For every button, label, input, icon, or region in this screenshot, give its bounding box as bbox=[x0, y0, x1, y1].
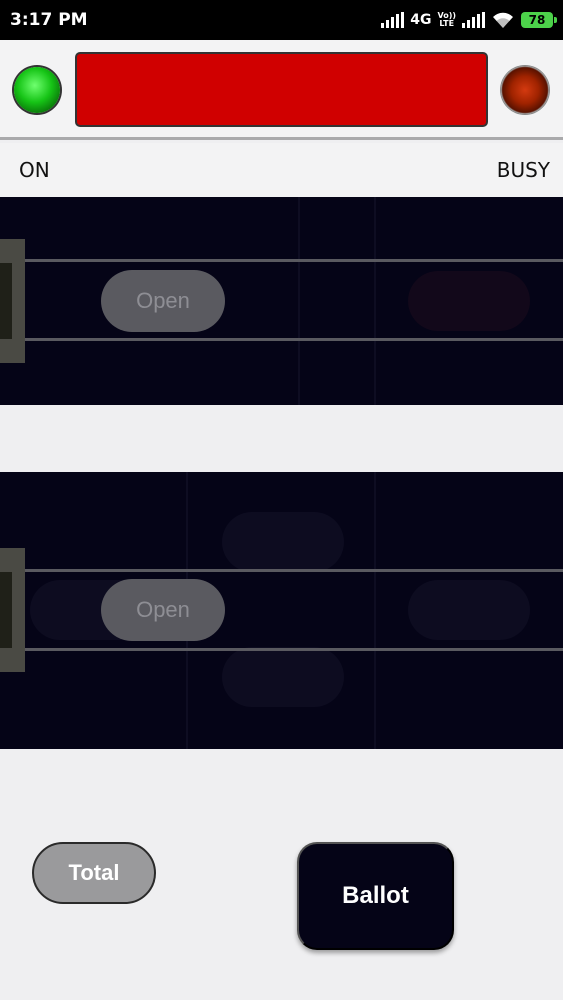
green-led-icon bbox=[14, 67, 60, 113]
panel-divider bbox=[298, 197, 300, 405]
faint-button[interactable] bbox=[222, 512, 344, 572]
panel-divider bbox=[374, 472, 376, 749]
panel-divider bbox=[374, 197, 376, 405]
on-label: ON bbox=[19, 158, 50, 182]
status-label-row: ON BUSY bbox=[0, 143, 563, 197]
total-button[interactable]: Total bbox=[32, 842, 156, 904]
volte-icon: Vo)) LTE bbox=[437, 11, 456, 28]
network-type: 4G bbox=[410, 12, 432, 28]
red-display bbox=[75, 52, 488, 127]
rail-top bbox=[0, 259, 563, 262]
signal-icon bbox=[381, 12, 405, 28]
busy-label: BUSY bbox=[496, 158, 550, 182]
faint-button[interactable] bbox=[408, 271, 530, 331]
rail-top bbox=[0, 569, 563, 572]
ballot-button[interactable]: Ballot bbox=[297, 842, 454, 950]
open-button-2[interactable]: Open bbox=[101, 579, 225, 641]
status-icons: 4G Vo)) LTE 78 bbox=[381, 11, 557, 29]
faint-button[interactable] bbox=[408, 580, 530, 640]
status-time: 3:17 PM bbox=[10, 10, 88, 30]
open-button-1[interactable]: Open bbox=[101, 270, 225, 332]
battery-icon: 78 bbox=[521, 12, 557, 28]
rail-bottom bbox=[0, 648, 563, 651]
control-panel-1: Open bbox=[0, 197, 563, 405]
status-bar: 3:17 PM 4G Vo)) LTE 78 bbox=[0, 0, 563, 40]
signal-icon-2 bbox=[462, 12, 485, 28]
header bbox=[0, 40, 563, 140]
rail-bottom bbox=[0, 338, 563, 341]
faint-button[interactable] bbox=[222, 647, 344, 707]
control-panel-2: Open bbox=[0, 472, 563, 749]
wifi-icon bbox=[493, 12, 513, 28]
red-led-icon bbox=[501, 66, 549, 114]
rail-bracket bbox=[0, 239, 25, 363]
rail-bracket bbox=[0, 548, 25, 672]
